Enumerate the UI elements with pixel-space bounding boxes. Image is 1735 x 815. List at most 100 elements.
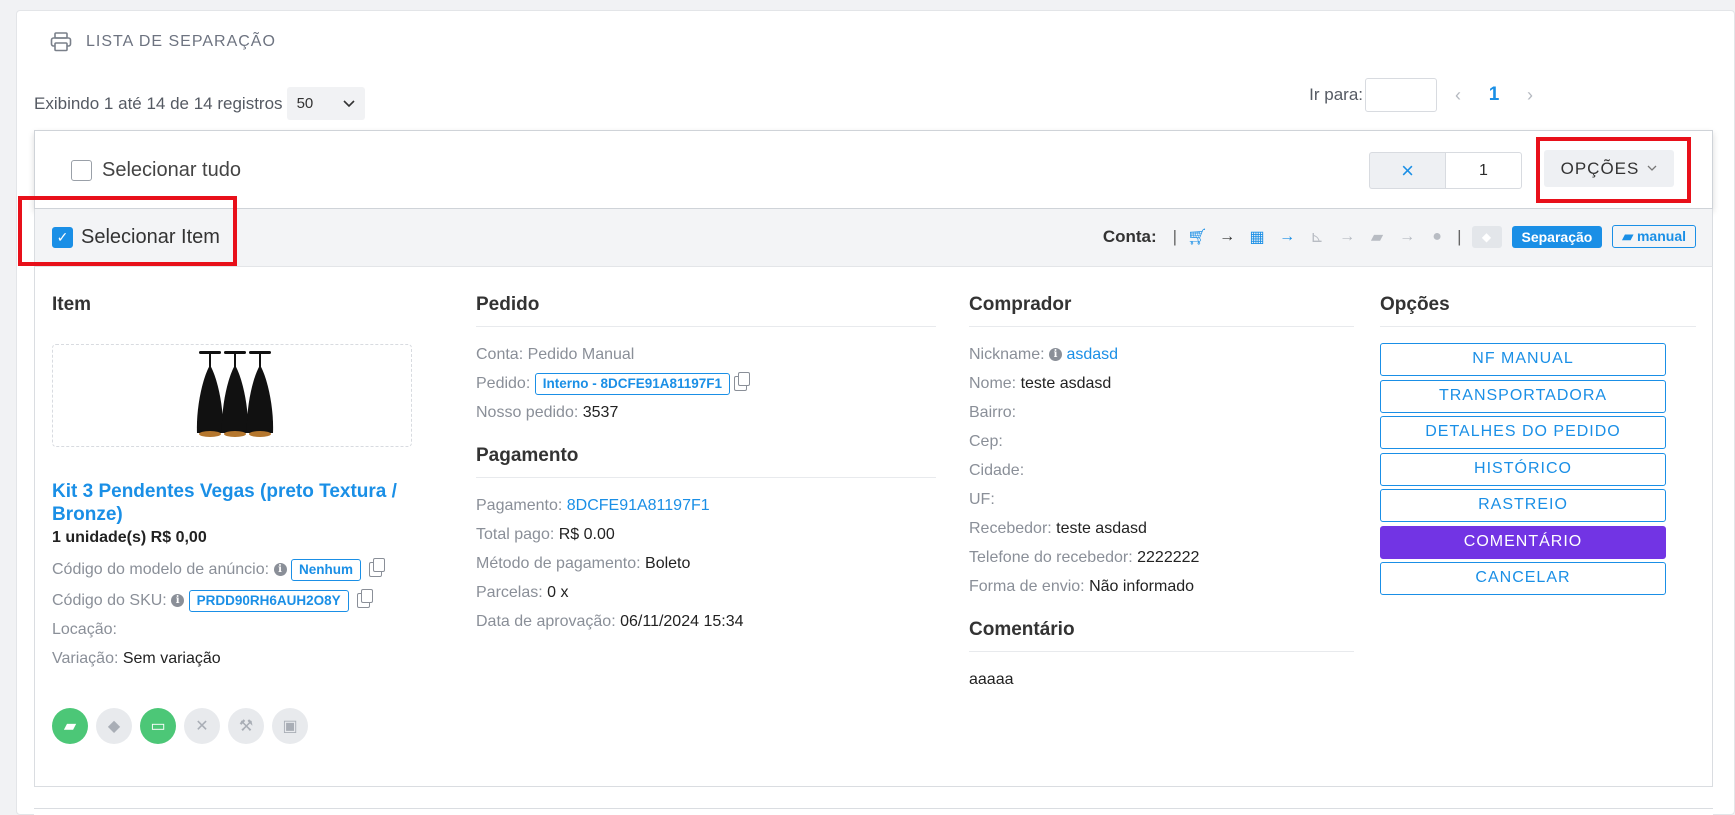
units-price: 1 unidade(s) R$ 0,00 [52,529,207,546]
page-size-select[interactable]: 50 [286,87,365,120]
pendant-lamps-image [196,351,274,437]
data-aprovacao-row: Data de aprovação: 06/11/2024 15:34 [476,607,936,636]
total-row: Total pago: R$ 0.00 [476,520,936,549]
sku-chip: PRDD90RH6AUH2O8Y [188,590,349,612]
select-all[interactable]: Selecionar tudo [71,159,241,182]
copy-icon[interactable] [369,558,386,578]
order-flow: Conta: | 🛒︎ → ▦ → ⊾ → ▰ → ● | ◆ Separaçã… [1103,225,1696,248]
data-aprovacao-label: Data de aprovação: [476,613,616,630]
x-icon: ✕ [184,708,220,744]
pagamento-heading: Pagamento [476,445,936,478]
hammer-icon: ⚒ [228,708,264,744]
page-header: LISTA DE SEPARAÇÃO [50,32,276,52]
pagamento-label: Pagamento: [476,497,563,514]
item-details: 1 unidade(s) R$ 0,00 Código do modelo de… [52,523,432,673]
conta-row: Conta: Pedido Manual [476,340,936,369]
nosso-pedido-label: Nosso pedido: [476,404,579,421]
pedido-heading: Pedido [476,294,936,327]
telefone-value: 2222222 [1137,549,1200,566]
records-info-text: Exibindo 1 até 14 de 14 registros [34,93,283,113]
total-value: R$ 0.00 [558,526,615,543]
comprador-column: Comprador Nickname: i asdasd Nome: teste… [969,294,1354,694]
separator: | [1457,226,1462,246]
pagamento-link[interactable]: 8DCFE91A81197F1 [567,497,710,514]
transportadora-button[interactable]: TRANSPORTADORA [1380,379,1666,413]
printer-icon [50,32,72,52]
uf-label: UF: [969,491,995,508]
pagamento-details: Pagamento: 8DCFE91A81197F1 Total pago: R… [476,491,936,636]
select-all-checkbox[interactable] [71,160,92,181]
cancelar-button[interactable]: CANCELAR [1380,562,1666,595]
next-item-edge [34,808,1713,815]
pedido-column: Pedido Conta: Pedido Manual Pedido: Inte… [476,294,936,636]
comprador-heading: Comprador [969,294,1354,327]
arrow-right-icon: → [1219,227,1236,245]
diamond-icon: ◆ [96,708,132,744]
pagination-controls: Ir para: ‹ 1 › [1309,78,1551,112]
pedido-details: Conta: Pedido Manual Pedido: Interno - 8… [476,340,936,427]
copy-icon[interactable] [357,589,374,609]
cidade-label: Cidade: [969,462,1025,479]
historico-button[interactable]: HISTÓRICO [1380,452,1666,486]
recebedor-label: Recebedor: [969,520,1052,537]
pedido-row: Pedido: Interno - 8DCFE91A81197F1 [476,369,936,398]
nf-manual-button[interactable]: NF MANUAL [1380,343,1666,376]
copy-icon[interactable] [734,372,751,392]
rastreio-button[interactable]: RASTREIO [1380,489,1666,522]
envio-value: Não informado [1089,578,1195,595]
envio-row: Forma de envio: Não informado [969,572,1354,601]
arrow-right-icon: → [1279,227,1296,245]
info-icon: i [171,594,185,608]
goto-input[interactable] [1365,78,1437,112]
nickname-label: Nickname: [969,346,1045,363]
data-aprovacao-value: 06/11/2024 15:34 [620,613,744,630]
selection-toolbar: Selecionar tudo × 1 OPÇÕES [34,130,1713,209]
pagamento-row: Pagamento: 8DCFE91A81197F1 [476,491,936,520]
nickname-link[interactable]: asdasd [1066,346,1118,363]
boxes-icon: ▦ [1249,228,1265,246]
total-label: Total pago: [476,526,555,543]
conta-label: Conta: [476,346,524,363]
prev-page-icon[interactable]: ‹ [1437,85,1479,106]
goto-label: Ir para: [1309,85,1363,104]
detalhes-pedido-button[interactable]: DETALHES DO PEDIDO [1380,416,1666,449]
metodo-row: Método de pagamento: Boleto [476,549,936,578]
pedido-label: Pedido: [476,375,531,392]
clear-quantity-button[interactable]: × [1369,152,1445,189]
bairro-label: Bairro: [969,404,1017,421]
page-size-value: 50 [296,95,314,112]
uf-row: UF: [969,485,1354,514]
item-column: Item [52,294,412,326]
product-image [52,344,412,447]
recebedor-row: Recebedor: teste asdasd [969,514,1354,543]
modelo-row: Código do modelo de anúncio: i Nenhum [52,555,432,584]
item-header: ✓ Selecionar Item Conta: | 🛒︎ → ▦ → ⊾ → … [34,209,1713,267]
parcelas-row: Parcelas: 0 x [476,578,936,607]
product-title-link[interactable]: Kit 3 Pendentes Vegas (preto Textura / B… [52,480,412,526]
comentario-button[interactable]: COMENTÁRIO [1380,525,1666,559]
info-icon: i [1049,348,1063,362]
opcoes-heading: Opções [1380,294,1696,327]
modelo-chip: Nenhum [290,559,361,581]
tag-icon: ◆ [1471,225,1502,248]
nome-label: Nome: [969,375,1017,392]
card-icon: ▭ [140,708,176,744]
nickname-row: Nickname: i asdasd [969,340,1354,369]
truck-icon: ▰ [52,708,88,744]
current-page[interactable]: 1 [1479,84,1509,106]
records-info: Exibindo 1 até 14 de 14 registros 50 [34,87,365,120]
modelo-label: Código do modelo de anúncio: [52,561,270,578]
item-heading: Item [52,294,92,315]
sku-row: Código do SKU: i PRDD90RH6AUH2O8Y [52,586,432,615]
quantity-input[interactable]: 1 [1445,152,1522,189]
next-page-icon[interactable]: › [1509,85,1551,106]
cidade-row: Cidade: [969,456,1354,485]
nosso-pedido-row: Nosso pedido: 3537 [476,398,936,427]
nome-value: teste asdasd [1020,375,1112,392]
bairro-row: Bairro: [969,398,1354,427]
conta-value: Pedido Manual [527,346,635,363]
nosso-pedido-value: 3537 [582,404,619,421]
check-circle-icon: ● [1432,227,1442,245]
recebedor-value: teste asdasd [1056,520,1147,537]
opcoes-buttons: NF MANUAL TRANSPORTADORA DETALHES DO PED… [1380,343,1696,595]
